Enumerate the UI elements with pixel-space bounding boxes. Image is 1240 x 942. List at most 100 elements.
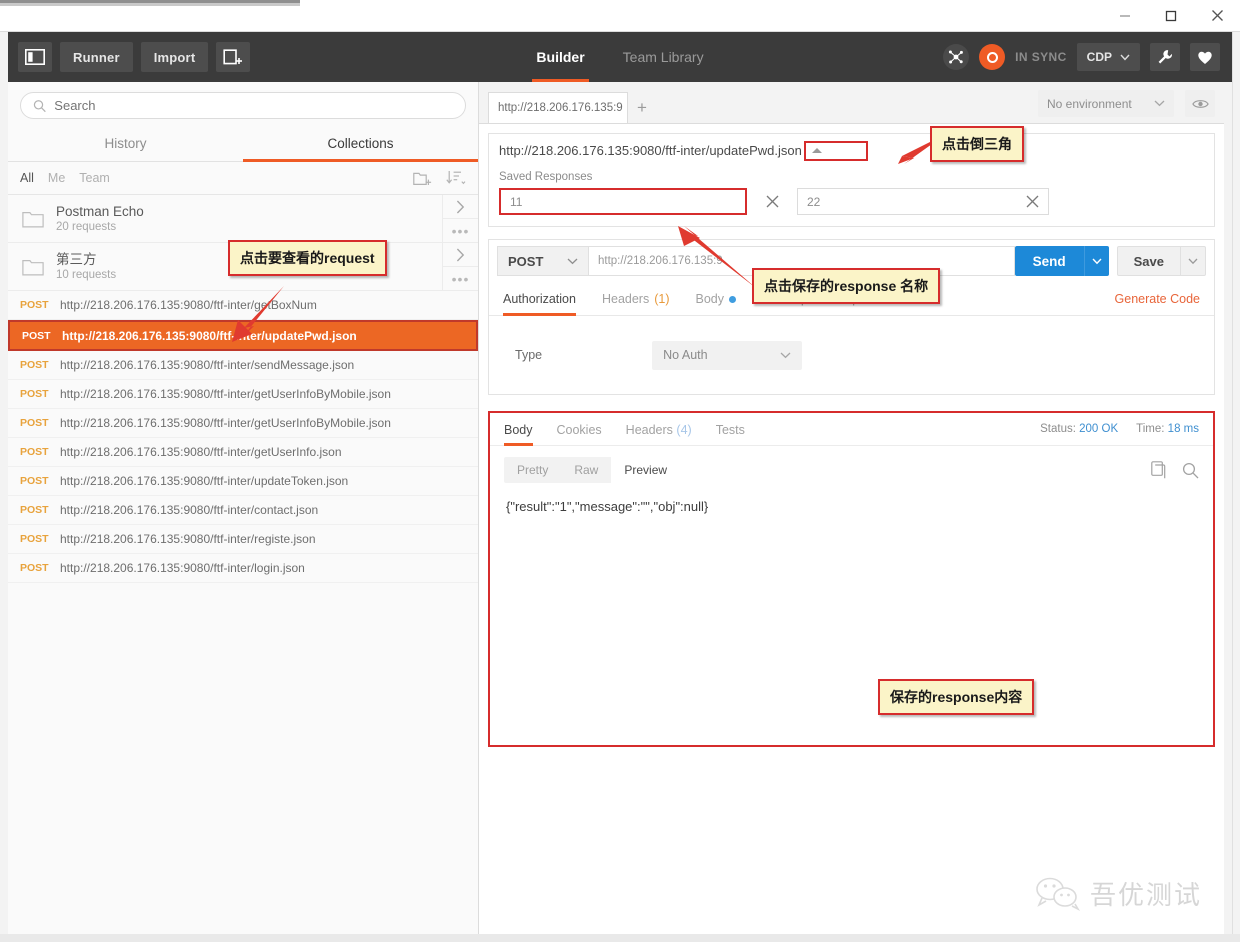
import-button[interactable]: Import — [140, 42, 209, 72]
add-request-tab-button[interactable]: + — [628, 92, 656, 123]
request-list-item[interactable]: POST http://218.206.176.135:9080/ftf-int… — [8, 467, 478, 496]
response-tab-cookies[interactable]: Cookies — [557, 413, 602, 445]
runner-button[interactable]: Runner — [60, 42, 133, 72]
search-icon[interactable] — [1182, 462, 1199, 479]
filter-team[interactable]: Team — [79, 171, 110, 185]
workspace-selector[interactable]: CDP — [1076, 43, 1140, 71]
saved-response-delete-1[interactable] — [756, 188, 788, 215]
saved-response-item-2[interactable]: 22 — [797, 188, 1049, 215]
saved-response-item-1[interactable]: 11 — [499, 188, 747, 215]
sync-status-icon[interactable] — [979, 44, 1006, 70]
response-actions — [1151, 461, 1199, 479]
save-options-button[interactable] — [1181, 246, 1206, 276]
view-mode-preview[interactable]: Preview — [611, 457, 681, 483]
close-icon[interactable] — [1026, 195, 1039, 208]
request-list-item[interactable]: POST http://218.206.176.135:9080/ftf-int… — [8, 351, 478, 380]
saved-response-name: 11 — [510, 194, 523, 209]
search-input[interactable] — [54, 98, 453, 113]
filter-bar-actions — [413, 170, 466, 187]
open-request-tab[interactable]: http://218.206.176.135:9 — [488, 92, 628, 123]
tab-builder[interactable]: Builder — [532, 32, 589, 82]
folder-icon — [22, 211, 44, 227]
response-panel: Body Cookies Headers (4) Tests Status: 2… — [488, 411, 1215, 747]
window-maximize-button[interactable] — [1148, 0, 1194, 31]
annotation-click-saved-response-name: 点击保存的response 名称 — [752, 268, 941, 304]
annotation-click-request: 点击要查看的request — [228, 240, 387, 276]
response-tab-tests[interactable]: Tests — [716, 413, 745, 445]
response-tabs: Body Cookies Headers (4) Tests Status: 2… — [490, 413, 1213, 446]
collection-more-button[interactable]: ••• — [443, 266, 478, 290]
window-close-button[interactable] — [1194, 0, 1240, 31]
request-url: http://218.206.176.135:9080/ftf-inter/co… — [60, 503, 319, 517]
search-box[interactable] — [20, 92, 466, 119]
filter-me[interactable]: Me — [48, 171, 65, 185]
send-button[interactable]: Send — [1014, 246, 1084, 276]
request-url-text: http://218.206.176.135:9080/ftf-inter/up… — [499, 143, 802, 158]
filter-all[interactable]: All — [20, 171, 34, 185]
folder-icon — [22, 259, 44, 275]
request-tab-label: Authorization — [503, 292, 576, 306]
request-method: POST — [20, 359, 49, 371]
send-options-button[interactable] — [1083, 246, 1109, 276]
annotation-saved-response-content: 保存的response内容 — [878, 679, 1035, 715]
collection-expand-button[interactable] — [443, 195, 478, 218]
environment-selector[interactable]: No environment — [1038, 90, 1174, 117]
saved-responses-label: Saved Responses — [499, 171, 593, 183]
request-builder: POST http://218.206.176.135:9 Send Save … — [488, 239, 1215, 395]
save-button[interactable]: Save — [1116, 246, 1181, 276]
response-tab-count: (4) — [676, 423, 692, 437]
view-mode-pretty[interactable]: Pretty — [504, 457, 561, 483]
titlebar-decoration-dark — [0, 0, 300, 3]
environment-quick-look-button[interactable] — [1185, 90, 1215, 117]
response-tab-body[interactable]: Body — [504, 413, 533, 446]
saved-response-name: 22 — [807, 194, 821, 209]
saved-responses-toggle[interactable] — [803, 140, 868, 161]
request-list-item[interactable]: POST http://218.206.176.135:9080/ftf-int… — [8, 525, 478, 554]
collection-actions: ••• — [442, 243, 478, 290]
collection-filter-bar: All Me Team — [8, 162, 478, 195]
postman-app-window: Runner Import Builder Team Library IN SY… — [0, 0, 1240, 942]
request-method: POST — [20, 562, 49, 574]
request-method: POST — [20, 504, 49, 516]
watermark: 吾优测试 — [1035, 875, 1202, 912]
collection-expand-button[interactable] — [443, 243, 478, 266]
http-method-selector[interactable]: POST — [497, 246, 589, 276]
network-icon[interactable] — [943, 44, 970, 70]
auth-type-selector[interactable]: No Auth — [652, 340, 803, 370]
http-method-label: POST — [508, 253, 544, 269]
response-status-label: Status: — [1040, 423, 1076, 435]
response-meta: Status: 200 OK Time: 18 ms — [1040, 423, 1199, 435]
saved-responses-panel: http://218.206.176.135:9080/ftf-inter/up… — [488, 133, 1215, 227]
window-minimize-button[interactable] — [1102, 0, 1148, 31]
tab-team-library[interactable]: Team Library — [619, 32, 708, 82]
collection-actions: ••• — [442, 195, 478, 242]
request-list-item[interactable]: POST http://218.206.176.135:9080/ftf-int… — [8, 438, 478, 467]
sidebar-toggle-button[interactable] — [18, 42, 52, 72]
request-method: POST — [20, 299, 49, 311]
request-list-item[interactable]: POST http://218.206.176.135:9080/ftf-int… — [8, 496, 478, 525]
favorites-heart-button[interactable] — [1190, 43, 1220, 71]
request-list-item[interactable]: POST http://218.206.176.135:9080/ftf-int… — [8, 409, 478, 438]
request-tab-label: Headers — [601, 292, 650, 306]
copy-icon[interactable] — [1151, 461, 1168, 479]
request-tab-authorization[interactable]: Authorization — [503, 282, 576, 316]
response-tab-label: Tests — [715, 423, 745, 437]
generate-code-link[interactable]: Generate Code — [1115, 292, 1200, 306]
collection-more-button[interactable]: ••• — [443, 218, 478, 242]
request-url: http://218.206.176.135:9080/ftf-inter/lo… — [60, 561, 305, 575]
sync-inner-ring — [986, 51, 998, 63]
request-list-item[interactable]: POST http://218.206.176.135:9080/ftf-int… — [8, 380, 478, 409]
sidebar-tab-collections[interactable]: Collections — [243, 127, 478, 162]
wechat-icon — [1036, 877, 1081, 911]
collection-row-postman-echo[interactable]: Postman Echo 20 requests ••• — [8, 195, 478, 243]
saved-responses-row: 11 22 — [489, 188, 1214, 226]
chevron-down-icon — [780, 352, 791, 358]
settings-wrench-button[interactable] — [1150, 43, 1180, 71]
auth-type-value: No Auth — [663, 348, 708, 362]
response-tab-headers[interactable]: Headers (4) — [626, 413, 692, 445]
request-list-item[interactable]: POST http://218.206.176.135:9080/ftf-int… — [8, 554, 478, 583]
new-tab-button[interactable] — [216, 42, 251, 72]
view-mode-raw[interactable]: Raw — [561, 457, 611, 483]
annotation-click-triangle: 点击倒三角 — [930, 126, 1024, 162]
sidebar-tab-history[interactable]: History — [8, 127, 243, 161]
